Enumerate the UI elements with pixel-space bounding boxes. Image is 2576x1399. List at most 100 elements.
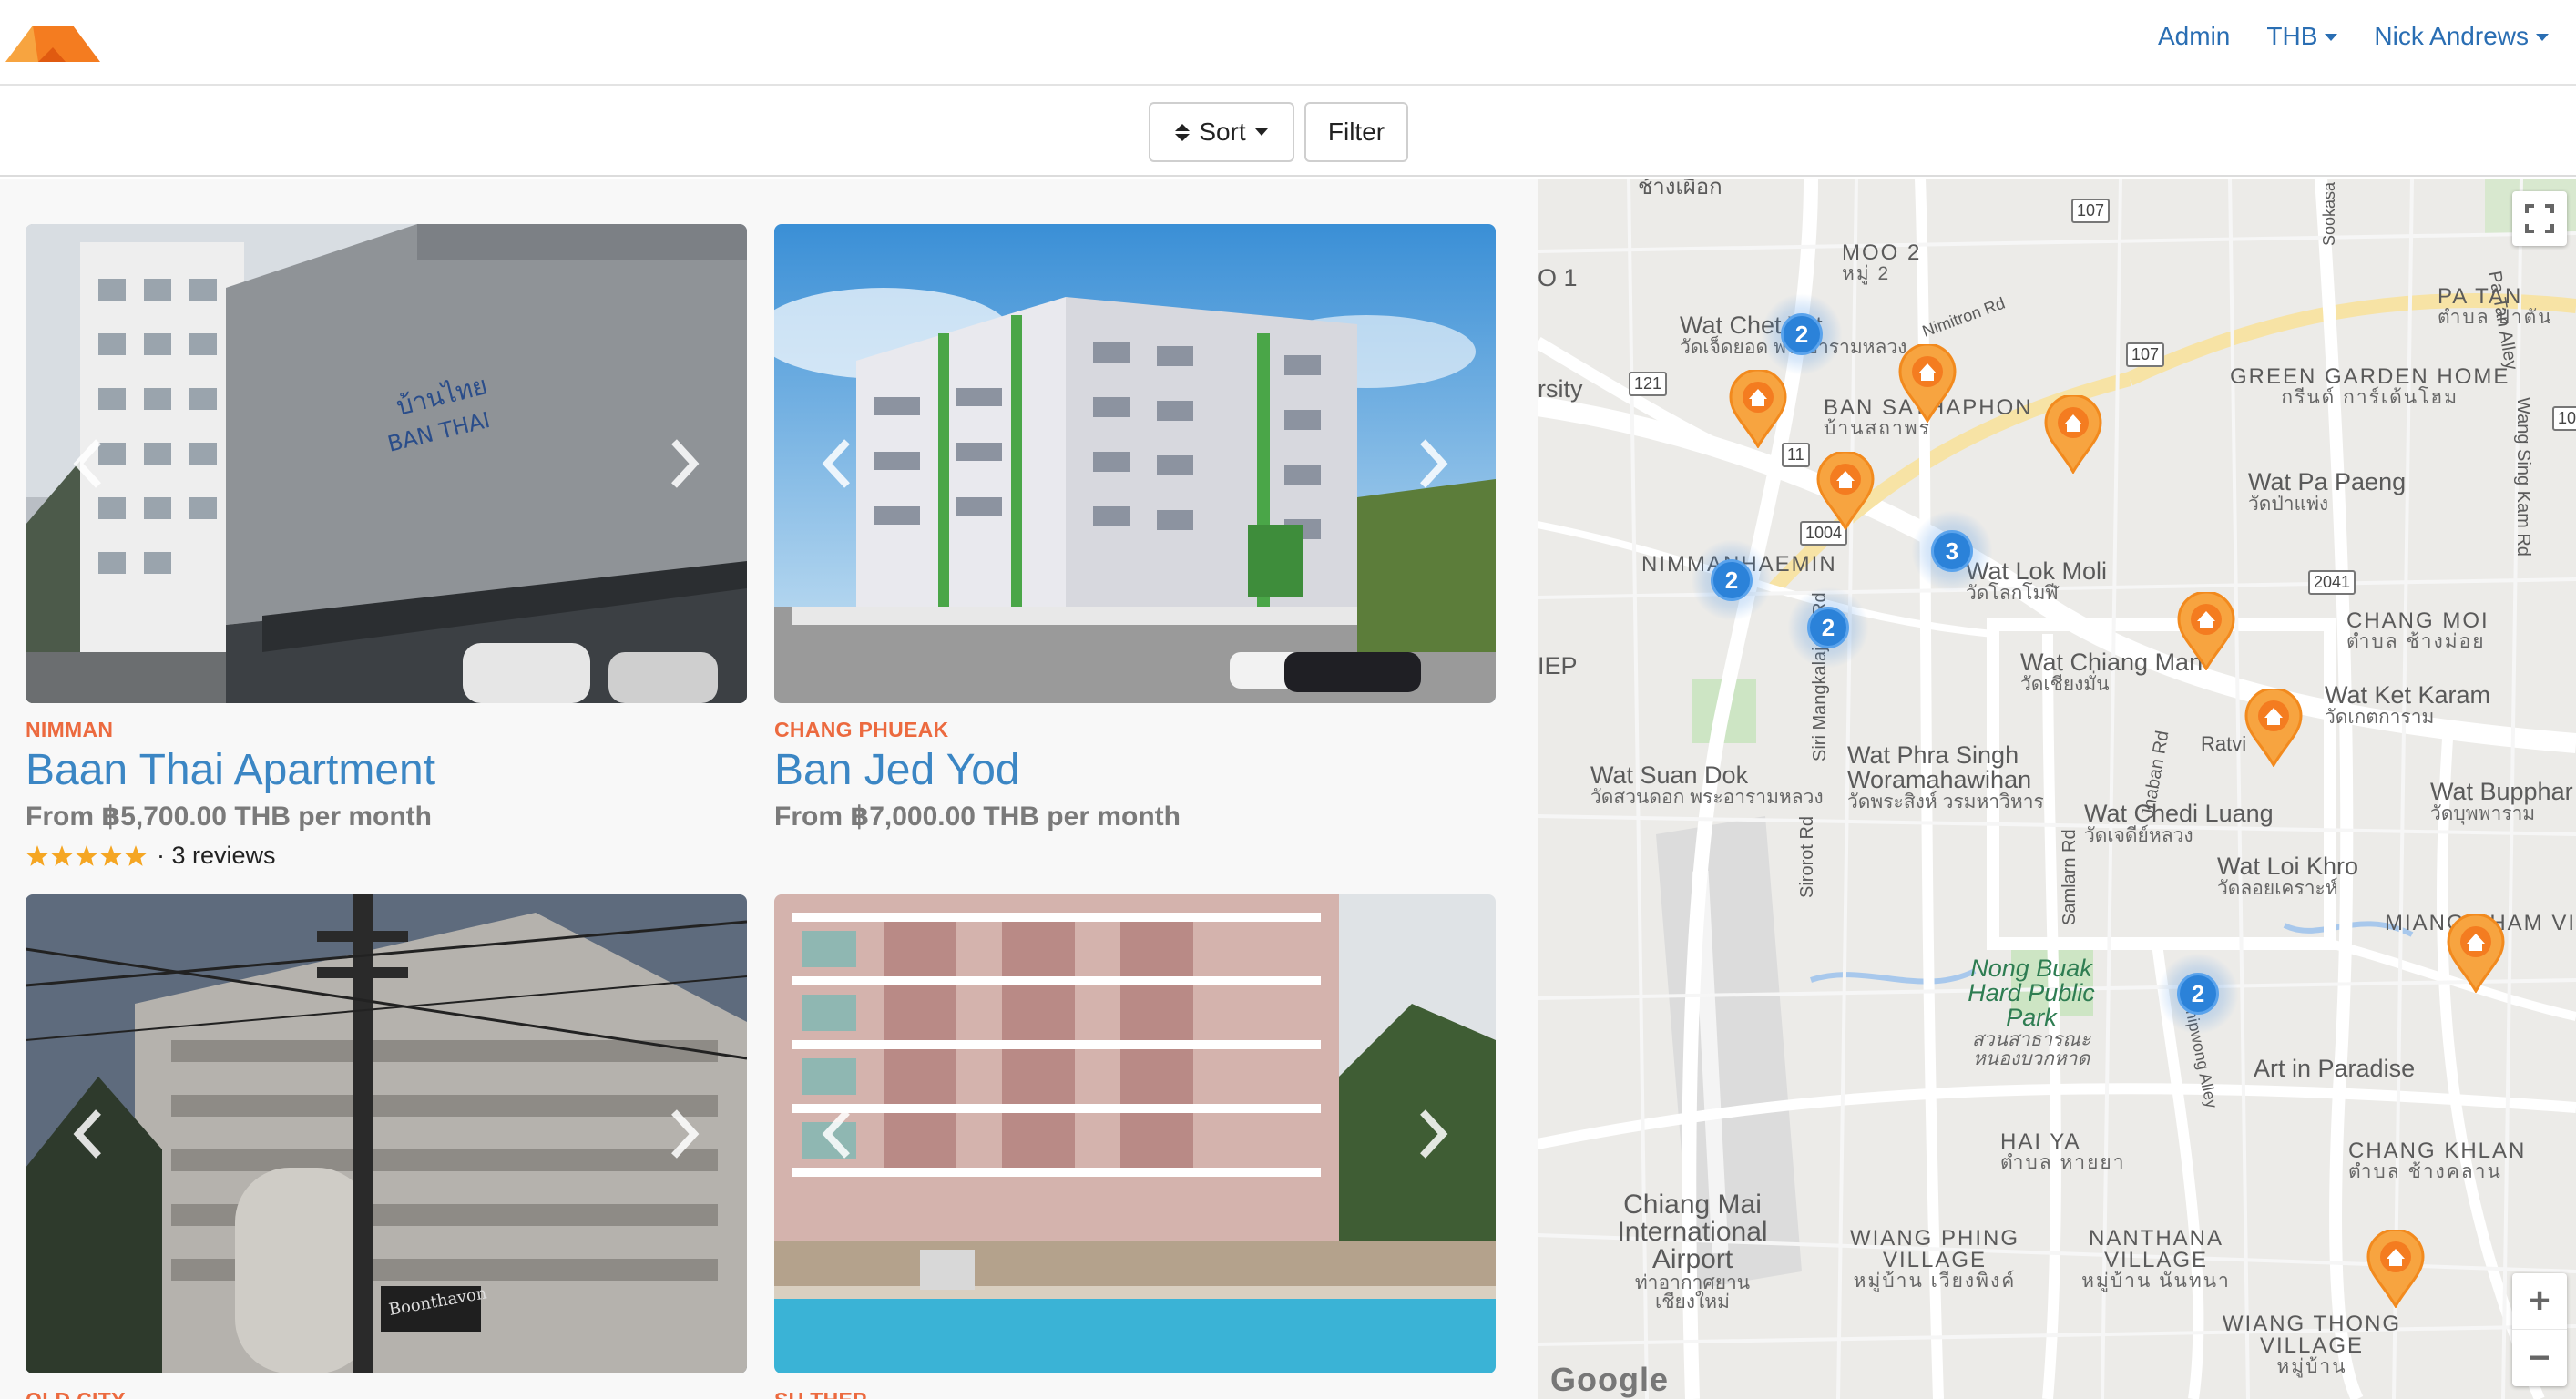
admin-label: Admin bbox=[2158, 22, 2231, 50]
star-icon bbox=[125, 844, 147, 866]
map-cluster-marker[interactable]: 2 bbox=[1691, 539, 1773, 621]
currency-dropdown[interactable]: THB bbox=[2266, 22, 2338, 51]
chevron-right-icon bbox=[1420, 439, 1448, 488]
street-label: Samlarn Rd bbox=[2060, 829, 2080, 925]
chevron-down-icon bbox=[1254, 128, 1268, 136]
zoom-out-button[interactable]: − bbox=[2512, 1330, 2567, 1386]
previous-photo-button[interactable] bbox=[64, 427, 115, 500]
fullscreen-icon bbox=[2525, 204, 2554, 233]
chevron-down-icon bbox=[2325, 34, 2338, 41]
map-label-wat-suan-dok: Wat Suan Dok วัดสวนดอก พระอารามหลวง bbox=[1590, 761, 1824, 808]
map-label: IEP bbox=[1538, 652, 1578, 679]
map-label: MOO 2 หมู่ 2 bbox=[1842, 240, 1922, 284]
sort-label: Sort bbox=[1199, 117, 1246, 146]
star-icon bbox=[51, 844, 73, 866]
listing-card[interactable]: SU THEP bbox=[774, 894, 1496, 1399]
street-label: Sookasa bbox=[2320, 181, 2338, 246]
map-panel[interactable]: ช้างเผือก MOO 2 หมู่ 2 O 1 rsity Wat Chet… bbox=[1538, 179, 2576, 1399]
route-shield: 121 bbox=[1629, 372, 1668, 396]
top-navbar: Admin THB Nick Andrews bbox=[0, 0, 2576, 86]
listing-card[interactable]: บ้านไทย BAN THAI NIMMAN Baan Thai Apartm… bbox=[26, 224, 747, 870]
listing-title[interactable]: Baan Thai Apartment bbox=[26, 747, 747, 793]
listing-photo-carousel[interactable]: Boonthavon bbox=[26, 894, 747, 1373]
google-logo[interactable]: Google bbox=[1550, 1361, 1669, 1399]
star-icon bbox=[26, 844, 48, 866]
map-label: rsity bbox=[1538, 375, 1583, 403]
filter-button[interactable]: Filter bbox=[1304, 102, 1408, 162]
chevron-left-icon bbox=[822, 1109, 850, 1159]
admin-link[interactable]: Admin bbox=[2158, 22, 2230, 51]
map-cluster-marker[interactable]: 2 bbox=[2157, 953, 2239, 1035]
listing-photo-carousel[interactable]: บ้านไทย BAN THAI bbox=[26, 224, 747, 703]
map-label-wat-loi-khro: Wat Loi Khro วัดลอยเคราะห์ bbox=[2217, 853, 2359, 899]
property-pin-icon[interactable] bbox=[1898, 344, 1957, 423]
listing-photo: บ้านไทย BAN THAI bbox=[26, 224, 747, 703]
chevron-right-icon bbox=[1420, 1109, 1448, 1159]
listing-photo bbox=[774, 224, 1496, 703]
review-count[interactable]: · 3 reviews bbox=[157, 842, 276, 870]
property-pin-icon[interactable] bbox=[2244, 689, 2303, 767]
listing-title[interactable]: Ban Jed Yod bbox=[774, 747, 1496, 793]
star-icon bbox=[76, 844, 97, 866]
sort-button[interactable]: Sort bbox=[1149, 102, 1294, 162]
map-cluster-marker[interactable]: 2 bbox=[1761, 293, 1843, 375]
listing-price: From ฿5,700.00 THB per month bbox=[26, 802, 432, 832]
map-label: ช้างเผือก bbox=[1638, 179, 1722, 199]
filter-label: Filter bbox=[1327, 117, 1385, 146]
fullscreen-button[interactable] bbox=[2512, 191, 2567, 246]
map-label-wat-ket-karam: Wat Ket Karam วัดเกตการาม bbox=[2325, 681, 2491, 728]
map-label: HAI YA ตำบล หายยา bbox=[2000, 1129, 2126, 1173]
map-label-art-in-paradise: Art in Paradise bbox=[2254, 1055, 2416, 1082]
user-menu-dropdown[interactable]: Nick Andrews bbox=[2374, 22, 2549, 51]
map-label: NANTHANA VILLAGE หมู่บ้าน นันทนา bbox=[2081, 1226, 2231, 1292]
sort-icon bbox=[1175, 123, 1191, 141]
user-name-label: Nick Andrews bbox=[2374, 22, 2529, 50]
property-pin-icon[interactable] bbox=[2447, 914, 2505, 993]
next-photo-button[interactable] bbox=[1406, 1098, 1457, 1170]
map-label-wat-chiang-man: Wat Chiang Man วัดเชียงมั่น bbox=[2020, 648, 2203, 695]
next-photo-button[interactable] bbox=[658, 427, 709, 500]
route-shield: 2041 bbox=[2308, 570, 2356, 595]
map-label-wat-phra-singh: Wat Phra Singh Woramahawihan วัดพระสิงห์ … bbox=[1847, 741, 2044, 812]
zoom-in-button[interactable]: + bbox=[2512, 1273, 2567, 1330]
listing-area: OLD CITY bbox=[26, 1388, 747, 1399]
listing-photo-carousel[interactable] bbox=[774, 224, 1496, 703]
listing-card[interactable]: CHANG PHUEAK Ban Jed Yod From ฿7,000.00 … bbox=[774, 224, 1496, 832]
next-photo-button[interactable] bbox=[1406, 427, 1457, 500]
listing-photo-carousel[interactable] bbox=[774, 894, 1496, 1373]
listing-toolbar: Sort Filter bbox=[0, 86, 2576, 177]
property-pin-icon[interactable] bbox=[1816, 452, 1875, 530]
chevron-left-icon bbox=[73, 1109, 101, 1159]
property-pin-icon[interactable] bbox=[2177, 592, 2235, 670]
map-label: Wat Bupphar วัดบุพพาราม bbox=[2430, 778, 2573, 824]
listing-card[interactable]: Boonthavon OLD CITY bbox=[26, 894, 747, 1399]
property-pin-icon[interactable] bbox=[2366, 1230, 2425, 1308]
property-pin-icon[interactable] bbox=[1729, 370, 1787, 448]
listing-area: CHANG PHUEAK bbox=[774, 718, 949, 741]
logo-icon[interactable] bbox=[5, 22, 100, 62]
street-label: Sirorot Rd bbox=[1797, 815, 1817, 898]
next-photo-button[interactable] bbox=[658, 1098, 709, 1170]
previous-photo-button[interactable] bbox=[64, 1098, 115, 1170]
chevron-right-icon bbox=[671, 439, 700, 488]
listing-price: From ฿7,000.00 THB per month bbox=[774, 802, 1181, 832]
listing-area: NIMMAN bbox=[26, 718, 114, 741]
map-label: Ratvi bbox=[2201, 732, 2247, 755]
map-label-wat-pa-paeng: Wat Pa Paeng วัดป่าแพ่ง bbox=[2248, 468, 2407, 515]
chevron-right-icon bbox=[671, 1109, 700, 1159]
chevron-down-icon bbox=[2536, 34, 2549, 41]
star-icon bbox=[100, 844, 122, 866]
map-cluster-marker[interactable]: 3 bbox=[1911, 510, 1993, 592]
currency-label: THB bbox=[2266, 22, 2318, 50]
listings-panel: บ้านไทย BAN THAI NIMMAN Baan Thai Apartm… bbox=[0, 179, 1538, 1399]
zoom-control: + − bbox=[2512, 1273, 2567, 1386]
property-pin-icon[interactable] bbox=[2044, 395, 2102, 474]
map-label: CHANG MOI ตำบล ช้างม่อย bbox=[2346, 608, 2489, 652]
map-label-nong-buak-park: Nong Buak Hard Public Park สวนสาธารณะ หนอ… bbox=[1968, 955, 2095, 1069]
previous-photo-button[interactable] bbox=[813, 1098, 864, 1170]
previous-photo-button[interactable] bbox=[813, 427, 864, 500]
chevron-left-icon bbox=[822, 439, 850, 488]
nav-menu: Admin THB Nick Andrews bbox=[2158, 22, 2549, 51]
map-cluster-marker[interactable]: 2 bbox=[1787, 587, 1869, 669]
star-rating bbox=[26, 844, 148, 868]
